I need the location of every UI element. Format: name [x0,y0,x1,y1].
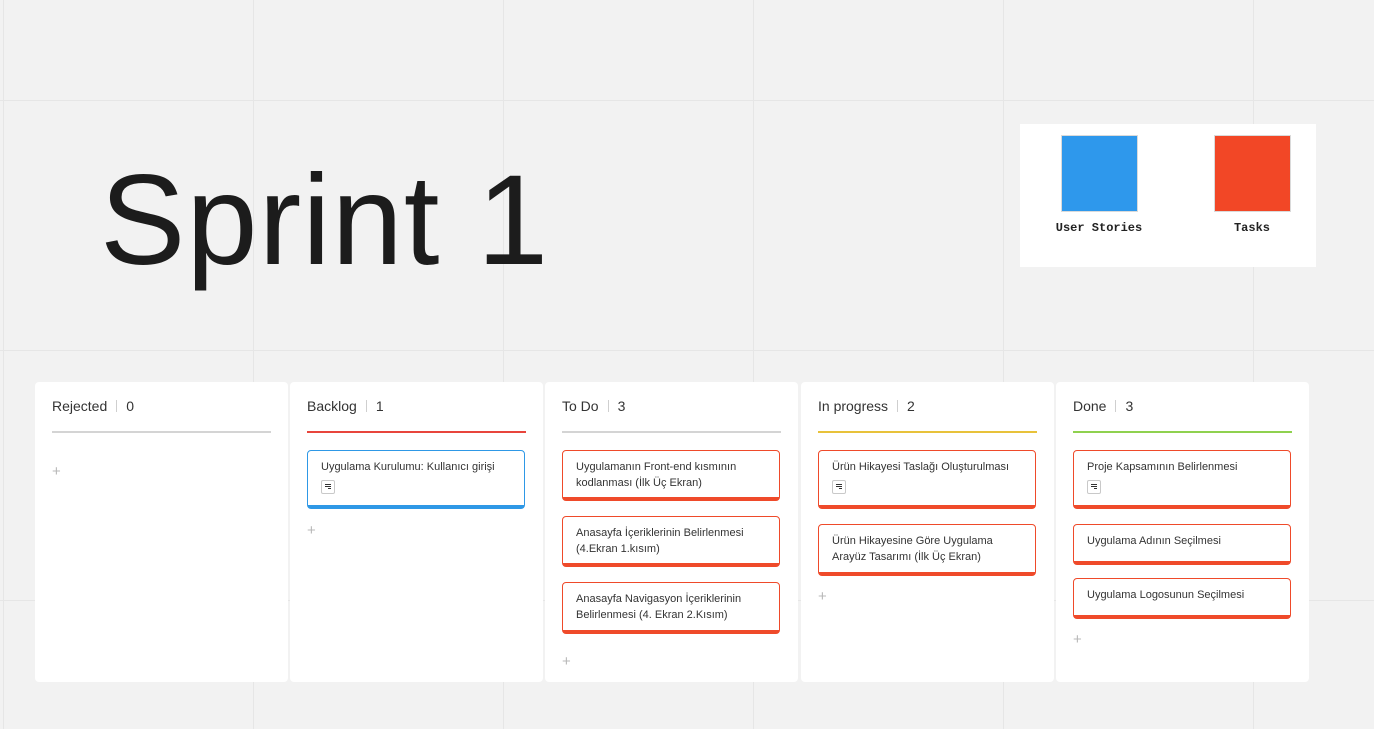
task-card[interactable]: Uygulama Logosunun Seçilmesi [1073,578,1291,619]
card-text: Uygulama Logosunun Seçilmesi [1087,589,1245,601]
card-text: Uygulamanın Front-end kısmının kodlanmas… [576,461,737,489]
column-header-divider [116,400,118,412]
column-header[interactable]: In progress 2 [818,398,1037,433]
card-notes-icon[interactable] [321,480,335,494]
add-card-button[interactable]: + [562,654,571,669]
card-text: Anasayfa İçeriklerinin Belirlenmesi (4.E… [576,527,744,555]
column-done[interactable]: Done 3 Proje Kapsamının Belirlenmesi Uygula… [1056,382,1309,682]
column-title: Rejected [52,398,108,414]
legend-item-tasks: Tasks [1192,135,1312,235]
column-header[interactable]: Rejected 0 [52,398,271,433]
column-count: 1 [375,398,384,414]
column-header[interactable]: To Do 3 [562,398,781,433]
card-text: Uygulama Kurulumu: Kullanıcı girişi [321,461,495,473]
column-to-do[interactable]: To Do 3 Uygulamanın Front-end kısmının kod… [545,382,798,682]
column-count: 2 [907,398,915,414]
task-card[interactable]: Ürün Hikayesine Göre Uygulama Arayüz Tas… [818,524,1036,576]
card-notes-icon[interactable] [832,480,846,494]
legend-panel[interactable]: User Stories Tasks [1020,124,1316,267]
task-card[interactable]: Ürün Hikayesi Taslağı Oluşturulması [818,450,1036,509]
task-card[interactable]: Anasayfa Navigasyon İçeriklerinin Belirl… [562,582,780,634]
card-text: Anasayfa Navigasyon İçeriklerinin Belirl… [576,593,742,621]
column-count: 3 [617,398,626,414]
column-title: In progress [818,398,889,414]
card-text: Proje Kapsamının Belirlenmesi [1087,461,1238,473]
column-header-divider [365,400,367,412]
task-card[interactable]: Uygulamanın Front-end kısmının kodlanmas… [562,450,780,501]
card-text: Ürün Hikayesi Taslağı Oluşturulması [832,461,1010,473]
column-in-progress[interactable]: In progress 2 Ürün Hikayesi Taslağı Oluştu… [801,382,1054,682]
add-card-button[interactable]: + [307,523,316,538]
board-title: Sprint 1 [100,149,550,292]
task-card[interactable]: Proje Kapsamının Belirlenmesi [1073,450,1291,509]
card-notes-icon[interactable] [1087,480,1101,494]
column-header[interactable]: Done 3 [1073,398,1292,433]
column-header[interactable]: Backlog 1 [307,398,526,433]
task-card[interactable]: Uygulama Adının Seçilmesi [1073,524,1291,565]
legend-swatch-tasks [1213,135,1291,212]
legend-label: Tasks [1233,221,1270,235]
legend-label: User Stories [1055,221,1143,235]
legend-item-user-stories: User Stories [1039,135,1159,235]
legend-swatch-user-stories [1060,135,1138,212]
column-title: Backlog [307,398,357,414]
column-rejected[interactable]: Rejected 0 + [35,382,288,682]
add-card-button[interactable]: + [52,464,61,479]
column-header-divider [897,400,899,412]
column-title: Done [1073,398,1107,414]
add-card-button[interactable]: + [818,589,827,604]
column-header-divider [1115,400,1117,412]
user-story-card[interactable]: Uygulama Kurulumu: Kullanıcı girişi [307,450,525,509]
task-card[interactable]: Anasayfa İçeriklerinin Belirlenmesi (4.E… [562,516,780,567]
card-text: Ürün Hikayesine Göre Uygulama Arayüz Tas… [832,535,993,563]
column-count: 3 [1125,398,1134,414]
add-card-button[interactable]: + [1073,632,1082,647]
column-title: To Do [562,398,599,414]
column-count: 0 [126,398,135,414]
card-text: Uygulama Adının Seçilmesi [1087,535,1221,547]
column-header-divider [607,400,609,412]
column-backlog[interactable]: Backlog 1 Uygulama Kurulumu: Kullanıcı gir… [290,382,543,682]
